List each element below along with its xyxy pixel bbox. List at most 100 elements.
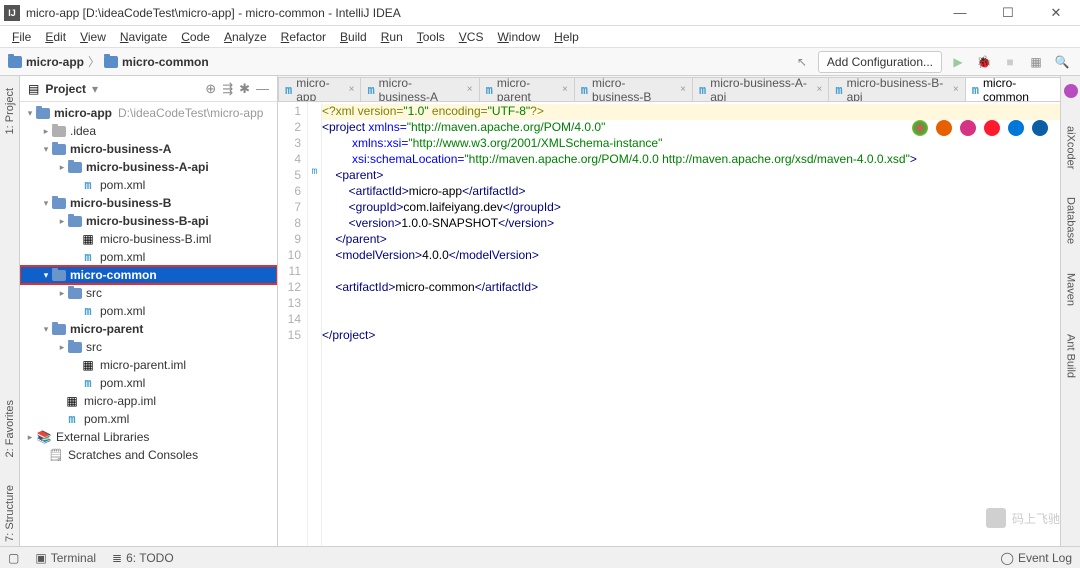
hide-icon[interactable]: —	[256, 81, 269, 96]
maven-icon: m	[80, 250, 96, 264]
search-everywhere-icon[interactable]: 🔍	[1052, 52, 1072, 72]
menu-run[interactable]: Run	[375, 28, 409, 46]
tree-item[interactable]: ▾micro-business-B	[20, 194, 277, 212]
add-configuration-button[interactable]: Add Configuration...	[818, 51, 942, 73]
safari-icon[interactable]	[960, 120, 976, 136]
menu-build[interactable]: Build	[334, 28, 373, 46]
project-panel: ▤ Project ▾ ⊕ ⇶ ✱ — ▾micro-appD:\ideaCod…	[20, 76, 278, 546]
editor-area: mmicro-app×mmicro-business-A×mmicro-pare…	[278, 76, 1060, 546]
menu-code[interactable]: Code	[175, 28, 216, 46]
panel-title[interactable]: Project	[45, 82, 86, 96]
event-log[interactable]: ◯ Event Log	[1001, 551, 1072, 565]
close-tab-icon[interactable]: ×	[349, 84, 355, 95]
tool-tab-aixcoder[interactable]: aiXcoder	[1063, 122, 1079, 173]
scratch-icon: 🗒	[48, 448, 64, 462]
close-tab-icon[interactable]: ×	[562, 84, 568, 95]
opera-icon[interactable]	[984, 120, 1000, 136]
tree-item[interactable]: mpom.xml	[20, 302, 277, 320]
code-content[interactable]: <?xml version="1.0" encoding="UTF-8"?><p…	[322, 102, 1060, 546]
tree-item[interactable]: ▸src	[20, 284, 277, 302]
minimize-button[interactable]: —	[940, 5, 980, 21]
menu-help[interactable]: Help	[548, 28, 585, 46]
close-tab-icon[interactable]: ×	[817, 84, 823, 95]
chrome-icon[interactable]	[912, 120, 928, 136]
tree-item[interactable]: ▸.idea	[20, 122, 277, 140]
tree-item[interactable]: ▦micro-app.iml	[20, 392, 277, 410]
tool-tab-database[interactable]: Database	[1063, 193, 1079, 248]
project-dropdown-icon[interactable]: ▤	[28, 82, 39, 96]
menu-window[interactable]: Window	[491, 28, 546, 46]
editor-tab[interactable]: mmicro-app×	[278, 77, 361, 101]
folder-icon	[68, 216, 82, 227]
toolbar-right: ↖ Add Configuration... ▶ 🐞 ■ ▦ 🔍	[792, 51, 1072, 73]
close-tab-icon[interactable]: ×	[953, 84, 959, 95]
close-tab-icon[interactable]: ×	[680, 84, 686, 95]
menu-view[interactable]: View	[74, 28, 112, 46]
tool-tab-maven[interactable]: Maven	[1063, 269, 1079, 310]
tool-tab-antbuild[interactable]: Ant Build	[1063, 330, 1079, 382]
editor-tab[interactable]: mmicro-business-A-api×	[692, 77, 829, 101]
menu-analyze[interactable]: Analyze	[218, 28, 273, 46]
tree-item[interactable]: mpom.xml	[20, 410, 277, 428]
tree-item[interactable]: mpom.xml	[20, 248, 277, 266]
titlebar: IJ micro-app [D:\ideaCodeTest\micro-app]…	[0, 0, 1080, 26]
collapse-all-icon[interactable]: ⇶	[222, 81, 233, 97]
status-hide-icon[interactable]: ▢	[8, 551, 19, 565]
editor-tab[interactable]: mmicro-common	[965, 77, 1060, 101]
tree-item[interactable]: ▸micro-business-A-api	[20, 158, 277, 176]
maven-icon: m	[285, 83, 292, 97]
ie-icon[interactable]	[1008, 120, 1024, 136]
tree-item[interactable]: ▦micro-business-B.iml	[20, 230, 277, 248]
menu-file[interactable]: File	[6, 28, 37, 46]
search-icon[interactable]: ↖	[792, 52, 812, 72]
tool-tab-favorites[interactable]: 2: Favorites	[2, 396, 18, 461]
editor-tab[interactable]: mmicro-business-B×	[574, 77, 693, 101]
tree-item[interactable]: ▾micro-business-A	[20, 140, 277, 158]
editor-tab[interactable]: mmicro-business-B-api×	[828, 77, 965, 101]
breadcrumb-root[interactable]: micro-app	[8, 55, 84, 69]
tree-external-libs[interactable]: ▸📚External Libraries	[20, 428, 277, 446]
tree-root[interactable]: ▾micro-appD:\ideaCodeTest\micro-app	[20, 104, 277, 122]
settings-icon[interactable]: ✱	[239, 81, 250, 97]
close-button[interactable]: ✕	[1036, 5, 1076, 21]
firefox-icon[interactable]	[936, 120, 952, 136]
tree-item[interactable]: mpom.xml	[20, 176, 277, 194]
menu-navigate[interactable]: Navigate	[114, 28, 173, 46]
folder-icon	[104, 56, 118, 68]
scroll-from-source-icon[interactable]: ⊕	[205, 81, 216, 97]
todo-tab[interactable]: ≣ 6: TODO	[112, 551, 174, 565]
editor-tab[interactable]: mmicro-business-A×	[360, 77, 479, 101]
tree-item[interactable]: ▾micro-parent	[20, 320, 277, 338]
tool-tab-project[interactable]: 1: Project	[2, 84, 18, 138]
menu-edit[interactable]: Edit	[39, 28, 72, 46]
tree-item-selected[interactable]: ▾micro-common	[20, 266, 277, 284]
breadcrumb-current[interactable]: micro-common	[104, 55, 209, 69]
tree-item[interactable]: ▦micro-parent.iml	[20, 356, 277, 374]
folder-icon	[52, 144, 66, 155]
menu-tools[interactable]: Tools	[411, 28, 451, 46]
menu-refactor[interactable]: Refactor	[275, 28, 332, 46]
code-editor[interactable]: 123456789101112131415 m <?xml version="1…	[278, 102, 1060, 546]
editor-tabs: mmicro-app×mmicro-business-A×mmicro-pare…	[278, 76, 1060, 102]
stop-icon[interactable]: ■	[1000, 52, 1020, 72]
editor-tab[interactable]: mmicro-parent×	[479, 77, 575, 101]
edge-icon[interactable]	[1032, 120, 1048, 136]
menu-vcs[interactable]: VCS	[453, 28, 490, 46]
tree-scratches[interactable]: 🗒Scratches and Consoles	[20, 446, 277, 464]
aixcoder-icon[interactable]	[1064, 84, 1078, 98]
run-icon[interactable]: ▶	[948, 52, 968, 72]
tree-item[interactable]: mpom.xml	[20, 374, 277, 392]
tree-item[interactable]: ▸src	[20, 338, 277, 356]
iml-icon: ▦	[80, 232, 96, 246]
browser-icons	[912, 120, 1048, 136]
layout-icon[interactable]: ▦	[1026, 52, 1046, 72]
nav-toolbar: micro-app 〉 micro-common ↖ Add Configura…	[0, 48, 1080, 76]
terminal-tab[interactable]: ▣ Terminal	[35, 551, 96, 565]
debug-icon[interactable]: 🐞	[974, 52, 994, 72]
tool-tab-structure[interactable]: 7: Structure	[2, 481, 18, 546]
close-tab-icon[interactable]: ×	[467, 84, 473, 95]
maven-icon: m	[64, 412, 80, 426]
project-tree[interactable]: ▾micro-appD:\ideaCodeTest\micro-app ▸.id…	[20, 102, 277, 546]
tree-item[interactable]: ▸micro-business-B-api	[20, 212, 277, 230]
maximize-button[interactable]: ☐	[988, 5, 1028, 21]
